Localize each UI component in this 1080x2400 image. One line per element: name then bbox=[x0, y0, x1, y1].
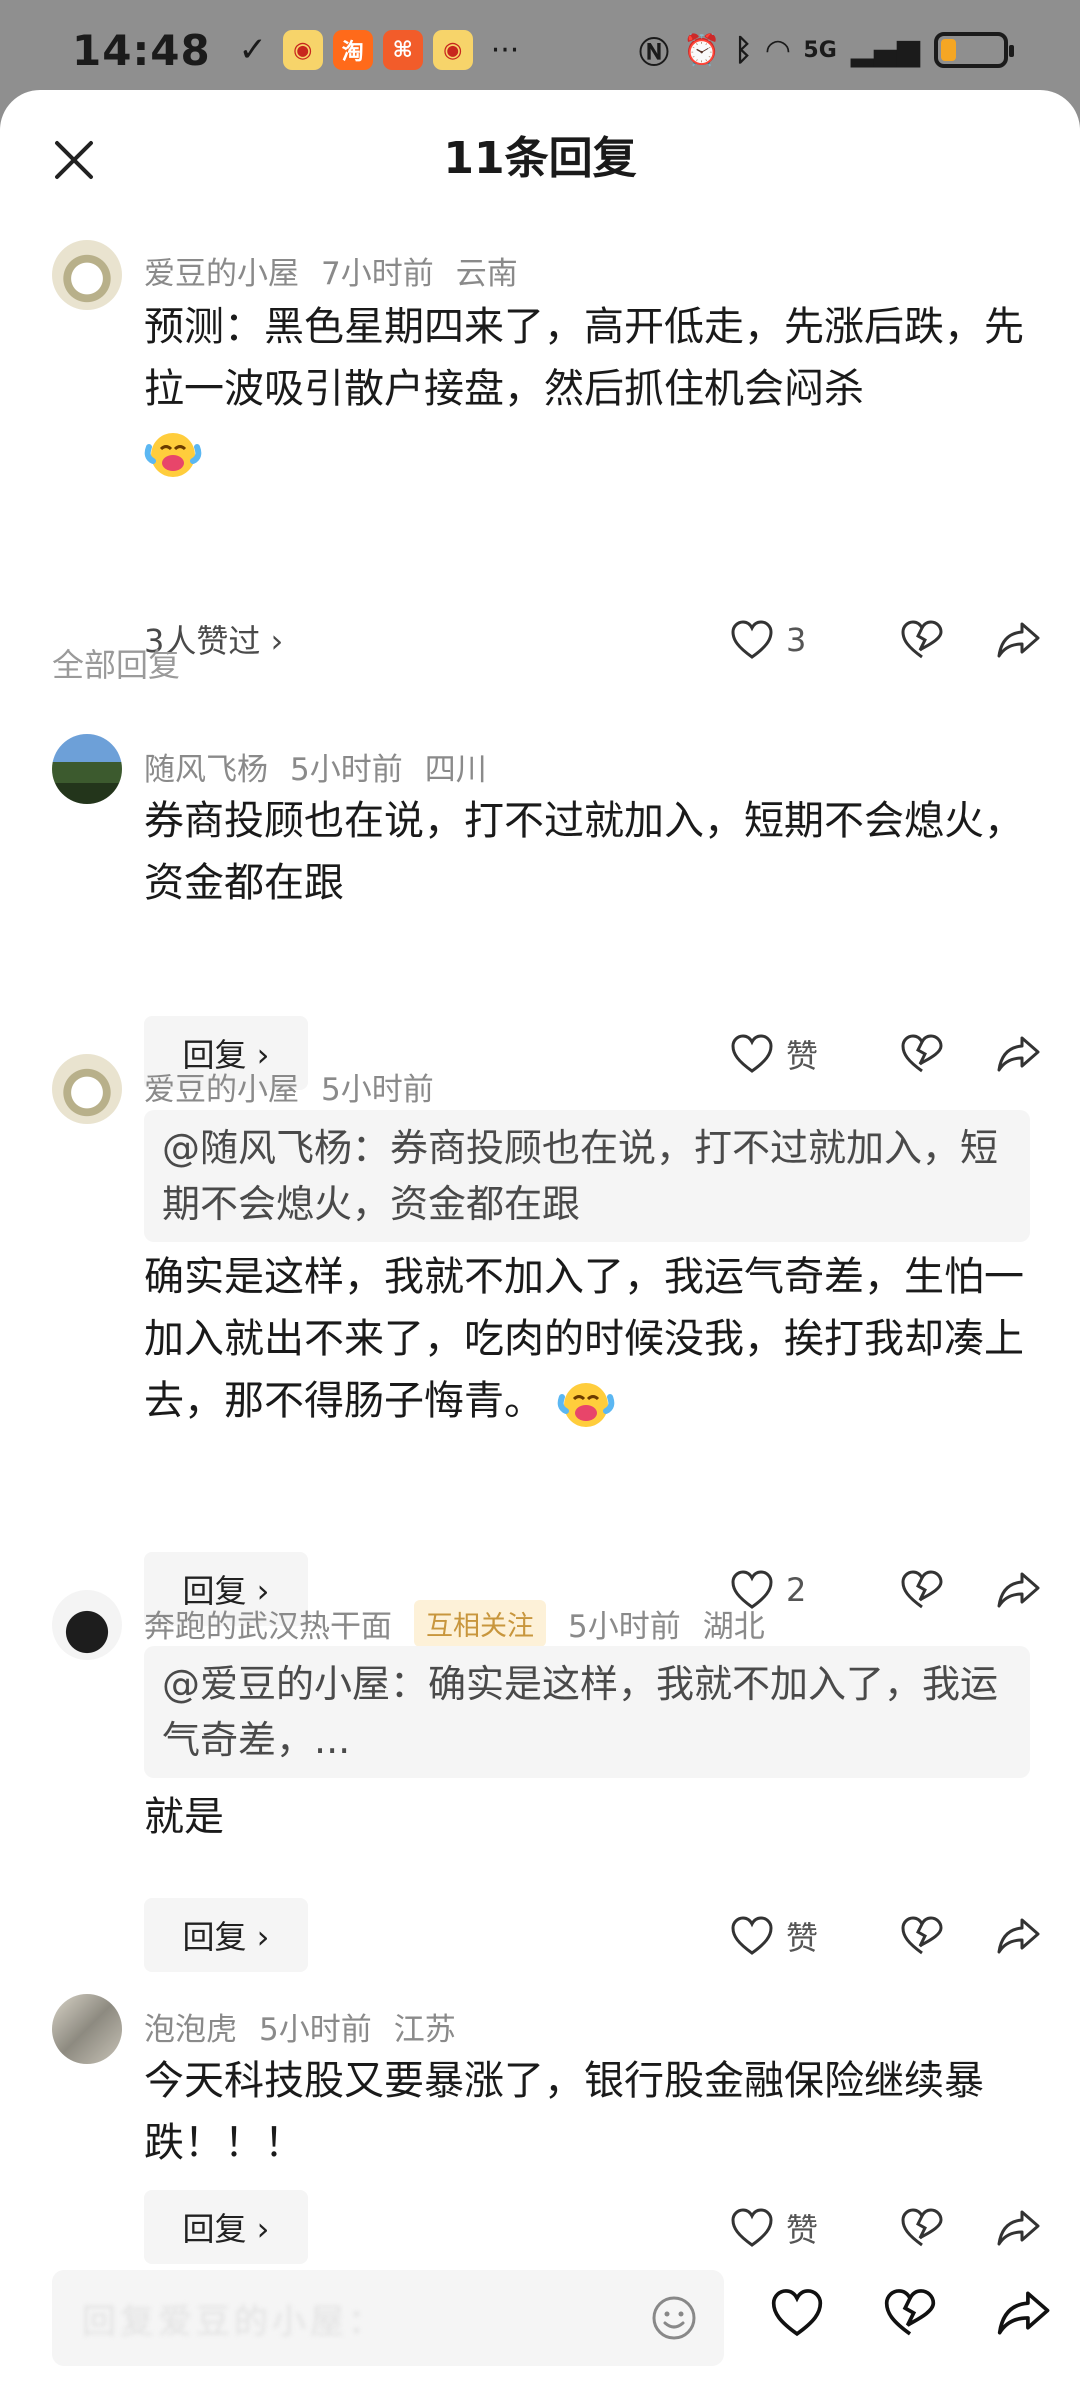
close-icon[interactable] bbox=[52, 138, 96, 182]
signal-icon: ▂▄▆ bbox=[850, 32, 920, 68]
sheet-header: 11条回复 bbox=[0, 90, 1080, 230]
battery-level bbox=[941, 39, 956, 61]
emoji-icon[interactable] bbox=[650, 2294, 698, 2342]
broken-heart-icon[interactable] bbox=[900, 2208, 944, 2248]
comment-location: 江苏 bbox=[393, 2012, 456, 2048]
comment-text: 预测：黑色星期四来了，高开低走，先涨后跌，先拉一波吸引散户接盘，然后抓住机会闷杀 bbox=[144, 296, 1034, 482]
share-icon[interactable] bbox=[996, 1916, 1040, 1956]
comment-location: 四川 bbox=[424, 752, 487, 788]
broken-heart-icon[interactable] bbox=[900, 1034, 944, 1074]
broken-heart-icon[interactable] bbox=[900, 1916, 944, 1956]
like-button[interactable]: 赞 bbox=[730, 2205, 880, 2251]
comment-text: 今天科技股又要暴涨了，银行股金融保险继续暴跌！！！ bbox=[144, 2058, 984, 2166]
laugh-cry-emoji-icon bbox=[144, 433, 202, 477]
share-icon[interactable] bbox=[996, 1034, 1040, 1074]
comment-actions: 3 bbox=[730, 610, 1040, 670]
like-label: 赞 bbox=[786, 2211, 819, 2249]
more-notifications-icon: ··· bbox=[490, 32, 520, 68]
reply-input-placeholder: 回复爱豆的小屋： bbox=[82, 2301, 386, 2342]
bottom-actions bbox=[770, 2288, 1050, 2338]
comment-text: 确实是这样，我就不加入了，我运气奇差，生怕一加入就出不来了，吃肉的时候没我，挨打… bbox=[144, 1246, 1034, 1432]
comment-meta: 爱豆的小屋 5小时前 bbox=[144, 1064, 434, 1109]
comment-time: 7小时前 bbox=[321, 256, 434, 292]
notification-icons: ✓ ◉ 淘 ⌘ ◉ ··· bbox=[233, 30, 520, 70]
author-name[interactable]: 奔跑的武汉热干面 bbox=[144, 1601, 392, 1646]
comment-meta: 爱豆的小屋 7小时前 云南 bbox=[144, 248, 518, 293]
all-replies-label: 全部回复 bbox=[52, 646, 181, 684]
author-name[interactable]: 爱豆的小屋 bbox=[144, 1064, 299, 1109]
like-button[interactable]: 赞 bbox=[730, 1031, 880, 1077]
sheet-title: 11条回复 bbox=[443, 133, 637, 184]
heart-icon bbox=[730, 1034, 774, 1074]
status-time: 14:48 bbox=[72, 25, 211, 75]
avatar[interactable] bbox=[52, 1054, 122, 1124]
comment-text-content: 预测：黑色星期四来了，高开低走，先涨后跌，先拉一波吸引散户接盘，然后抓住机会闷杀 bbox=[144, 304, 1024, 412]
share-icon[interactable] bbox=[996, 2208, 1040, 2248]
status-bar: 14:48 ✓ ◉ 淘 ⌘ ◉ ··· Ⓝ ⏰ ᛒ ◠ 5G ▂▄▆ bbox=[0, 0, 1080, 100]
author-name[interactable]: 爱豆的小屋 bbox=[144, 248, 299, 293]
alarm-icon: ⏰ bbox=[682, 32, 721, 68]
like-button[interactable]: 3 bbox=[730, 620, 880, 660]
check-icon: ✓ bbox=[238, 30, 267, 70]
comment-actions: 2 bbox=[730, 1560, 1040, 1620]
comment-meta: 奔跑的武汉热干面 互相关注 5小时前 湖北 bbox=[144, 1600, 765, 1647]
comment-location: 云南 bbox=[455, 256, 518, 292]
heart-icon[interactable] bbox=[770, 2288, 824, 2338]
comment-time: 5小时前 bbox=[321, 1072, 434, 1108]
quoted-reply[interactable]: @随风飞杨：券商投顾也在说，打不过就加入，短期不会熄火，资金都在跟 bbox=[144, 1110, 1030, 1242]
like-label: 赞 bbox=[786, 1919, 819, 1957]
avatar[interactable] bbox=[52, 734, 122, 804]
weibo-icon: ◉ bbox=[432, 30, 473, 70]
weibo-icon: ◉ bbox=[282, 30, 323, 70]
broken-heart-icon[interactable] bbox=[900, 620, 944, 660]
comment-actions: 赞 bbox=[730, 2198, 1040, 2258]
like-count: 3 bbox=[786, 621, 807, 659]
comment-text: 券商投顾也在说，打不过就加入，短期不会熄火，资金都在跟 bbox=[144, 798, 1024, 906]
broken-heart-icon[interactable] bbox=[900, 1570, 944, 1610]
reply-button[interactable]: 回复 › bbox=[144, 2190, 308, 2264]
comment-time: 5小时前 bbox=[568, 1609, 681, 1645]
avatar[interactable] bbox=[52, 1590, 122, 1660]
wifi-icon: ◠ bbox=[766, 32, 790, 68]
comment-actions: 赞 bbox=[730, 1024, 1040, 1084]
route-icon: ⌘ bbox=[382, 30, 423, 70]
comment-location: 湖北 bbox=[702, 1609, 765, 1645]
like-count: 2 bbox=[786, 1571, 807, 1609]
share-icon[interactable] bbox=[996, 2288, 1050, 2338]
nfc-icon: Ⓝ bbox=[638, 36, 669, 71]
author-name[interactable]: 泡泡虎 bbox=[144, 2004, 237, 2049]
battery-icon bbox=[934, 32, 1014, 68]
share-icon[interactable] bbox=[996, 1570, 1040, 1610]
heart-icon bbox=[730, 2208, 774, 2248]
laugh-cry-emoji-icon bbox=[557, 1383, 615, 1427]
replies-sheet: 11条回复 爱豆的小屋 7小时前 云南 预测：黑色星期四来了，高开低走，先涨后跌… bbox=[0, 90, 1080, 2400]
bluetooth-icon: ᛒ bbox=[734, 32, 753, 68]
share-icon[interactable] bbox=[996, 620, 1040, 660]
comment-text: 就是 bbox=[144, 1794, 224, 1840]
comment-meta: 泡泡虎 5小时前 江苏 bbox=[144, 2004, 456, 2049]
reply-input[interactable]: 回复爱豆的小屋： bbox=[52, 2270, 724, 2366]
like-label: 赞 bbox=[786, 1037, 819, 1075]
comment-time: 5小时前 bbox=[290, 752, 403, 788]
comment-time: 5小时前 bbox=[259, 2012, 372, 2048]
comment-meta: 随风飞杨 5小时前 四川 bbox=[144, 744, 487, 789]
heart-icon bbox=[730, 1916, 774, 1956]
author-name[interactable]: 随风飞杨 bbox=[144, 744, 268, 789]
avatar[interactable] bbox=[52, 240, 122, 310]
heart-icon bbox=[730, 620, 774, 660]
taobao-icon: 淘 bbox=[332, 30, 373, 70]
bottom-input-bar: 回复爱豆的小屋： bbox=[0, 2270, 1080, 2400]
broken-heart-icon[interactable] bbox=[883, 2288, 937, 2338]
reply-button[interactable]: 回复 › bbox=[144, 1898, 308, 1972]
network-label: 5G bbox=[803, 37, 837, 63]
avatar[interactable] bbox=[52, 1994, 122, 2064]
quoted-reply[interactable]: @爱豆的小屋：确实是这样，我就不加入了，我运气奇差，... bbox=[144, 1646, 1030, 1778]
mutual-follow-badge: 互相关注 bbox=[414, 1600, 546, 1647]
comment-actions: 赞 bbox=[730, 1906, 1040, 1966]
system-icons: Ⓝ ⏰ ᛒ ◠ 5G ▂▄▆ bbox=[638, 28, 1014, 72]
like-button[interactable]: 赞 bbox=[730, 1913, 880, 1959]
